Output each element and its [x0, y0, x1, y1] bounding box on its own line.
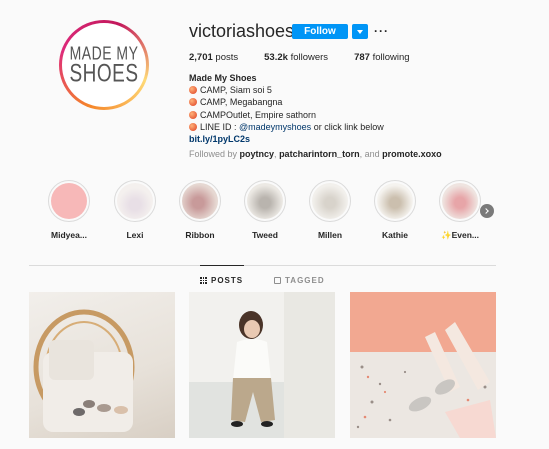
following-label: following	[372, 52, 410, 63]
highlight-image	[117, 183, 153, 219]
highlight-cover[interactable]	[244, 180, 286, 222]
posts-label: posts	[215, 52, 239, 63]
post-thumbnail[interactable]	[350, 292, 496, 438]
tab-tagged[interactable]: TAGGED	[274, 276, 325, 285]
bio-line: LINE ID : @madeymyshoes or click link be…	[189, 121, 442, 133]
highlight-cover[interactable]	[439, 180, 481, 222]
chevron-right-icon	[483, 208, 489, 214]
highlight-cover[interactable]	[48, 180, 90, 222]
chevron-down-icon	[357, 29, 363, 34]
highlight-label: Kathie	[382, 230, 408, 240]
avatar-logo-text-top: MADE MY	[69, 42, 139, 64]
highlight-image	[182, 183, 218, 219]
profile-avatar-ring[interactable]: MADE MY SHOES	[59, 20, 149, 110]
highlight-cover[interactable]	[179, 180, 221, 222]
bio-line-text: or click link below	[311, 121, 384, 132]
tab-posts-label: POSTS	[211, 276, 244, 285]
post-thumbnail[interactable]	[29, 292, 175, 438]
profile-avatar[interactable]: MADE MY SHOES	[62, 23, 146, 107]
peach-emoji-icon	[189, 98, 197, 107]
bio-name: Made My Shoes	[189, 73, 257, 83]
post-thumbnail[interactable]	[189, 292, 335, 438]
highlight-image	[377, 183, 413, 219]
grid-icon	[200, 277, 207, 284]
bio-line-text: CAMPOutlet, Empire sathorn	[200, 109, 317, 120]
post-image-chair-shoes	[33, 309, 135, 432]
bio-mention-link[interactable]: @madeymyshoes	[239, 122, 311, 132]
profile-username: victoriashoes	[189, 21, 295, 41]
following-stat[interactable]: 787 following	[354, 52, 409, 63]
tabs-divider	[29, 265, 496, 266]
bio-line-text: LINE ID :	[200, 121, 240, 132]
highlight-image	[442, 183, 478, 219]
highlight-item[interactable]: Ribbon	[170, 180, 230, 240]
highlight-label: ✨Even...	[441, 230, 479, 240]
posts-count: 2,701	[189, 52, 213, 63]
avatar-logo-text-bottom: SHOES	[69, 60, 139, 89]
followed-by-user[interactable]: promote.xoxo	[382, 149, 442, 159]
followed-by-user[interactable]: patcharintorn_torn	[279, 149, 360, 159]
followers-label: followers	[290, 52, 329, 63]
follow-button[interactable]: Follow	[292, 24, 348, 39]
tab-tagged-label: TAGGED	[285, 276, 325, 285]
bio-line: CAMP, Megabangna	[189, 96, 442, 108]
highlight-label: Midyea...	[51, 230, 87, 240]
posts-stat: 2,701 posts	[189, 52, 238, 63]
highlight-label: Ribbon	[185, 230, 215, 240]
highlight-item[interactable]: Millen	[300, 180, 360, 240]
bio-line: CAMPOutlet, Empire sathorn	[189, 109, 442, 121]
tab-posts[interactable]: POSTS	[200, 276, 243, 285]
highlight-label: Tweed	[252, 230, 278, 240]
followers-count: 53.2k	[264, 52, 288, 63]
profile-stats: 2,701 posts 53.2k followers 787 followin…	[189, 52, 410, 63]
highlight-label: Lexi	[126, 230, 144, 240]
followed-by-label: Followed by	[189, 149, 240, 160]
peach-emoji-icon	[189, 110, 197, 119]
followers-stat[interactable]: 53.2k followers	[264, 52, 328, 63]
highlights-next-button[interactable]	[480, 204, 494, 218]
highlight-cover[interactable]	[114, 180, 156, 222]
post-image-terrazzo-feet	[350, 292, 496, 438]
more-options-icon[interactable]: ···	[374, 24, 389, 38]
highlight-cover[interactable]	[374, 180, 416, 222]
highlight-image	[51, 183, 87, 219]
tag-icon	[274, 277, 281, 284]
highlight-image	[312, 183, 348, 219]
bio-line-text: CAMP, Megabangna	[200, 97, 283, 108]
followed-by-user[interactable]: poytncy	[240, 149, 275, 159]
peach-emoji-icon	[189, 86, 197, 95]
highlight-cover[interactable]	[309, 180, 351, 222]
highlight-item[interactable]: Midyea...	[39, 180, 99, 240]
bio-line-text: CAMP, Siam soi 5	[200, 85, 272, 96]
peach-emoji-icon	[189, 122, 197, 131]
followed-by-line: Followed by poytncy, patcharintorn_torn,…	[189, 148, 442, 160]
highlight-item[interactable]: Lexi	[105, 180, 165, 240]
suggestions-dropdown-button[interactable]	[352, 24, 368, 39]
highlight-item[interactable]: Tweed	[235, 180, 295, 240]
following-count: 787	[354, 52, 370, 63]
highlight-item[interactable]: Kathie	[365, 180, 425, 240]
profile-bio: Made My Shoes CAMP, Siam soi 5 CAMP, Meg…	[189, 72, 442, 160]
highlight-label: Millen	[317, 230, 343, 240]
post-image-woman-bed	[189, 292, 335, 438]
followed-by-separator: , and	[359, 149, 383, 160]
highlight-image	[247, 183, 283, 219]
bio-line: CAMP, Siam soi 5	[189, 84, 442, 96]
active-tab-indicator	[200, 265, 244, 266]
bio-external-link[interactable]: bit.ly/1pyLC2s	[189, 133, 442, 145]
